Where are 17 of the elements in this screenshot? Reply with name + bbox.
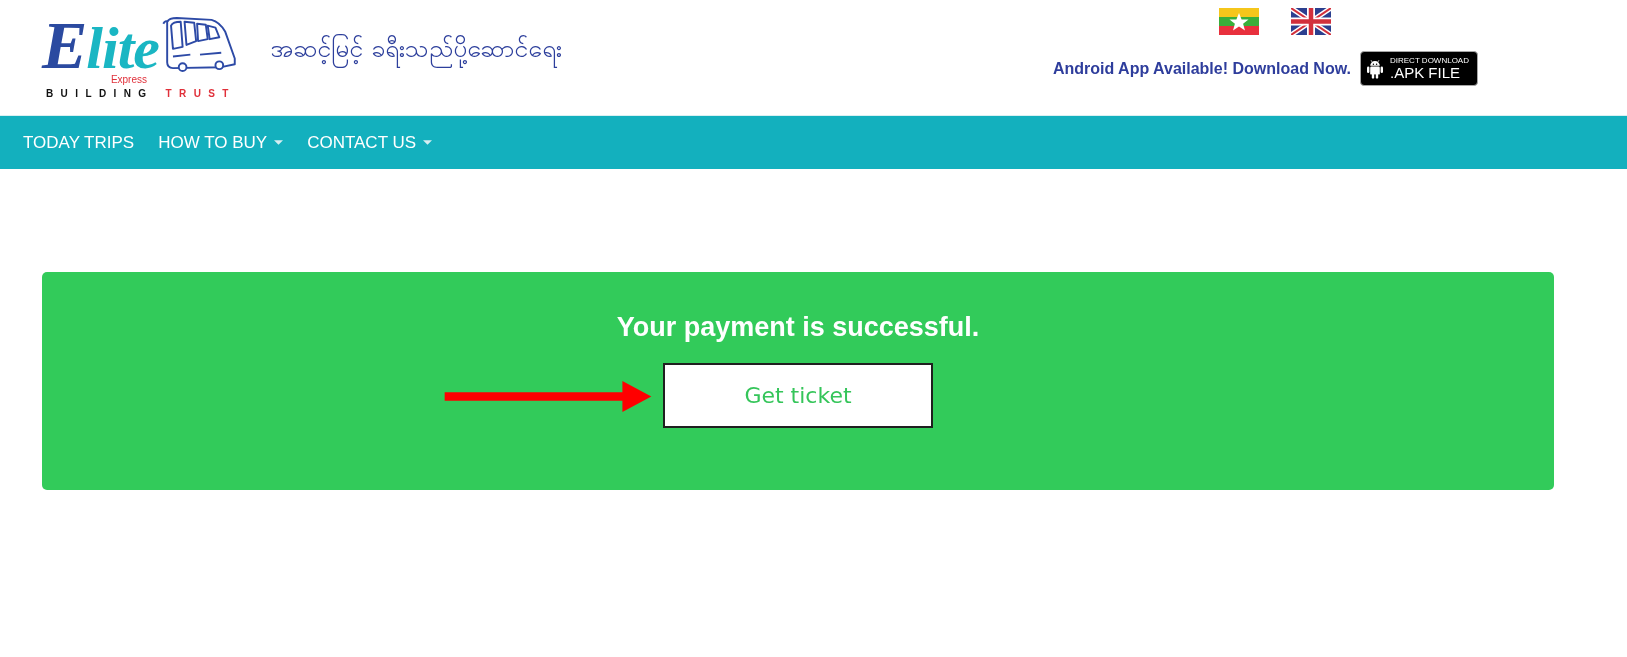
nav-link[interactable]: HOW TO BUY xyxy=(158,132,284,153)
logo-wordmark: Elite xyxy=(42,20,159,73)
bus-icon xyxy=(161,16,239,72)
android-icon xyxy=(1367,58,1383,79)
myanmar-flag-icon[interactable] xyxy=(1219,8,1260,35)
logo-subtitle: Express xyxy=(110,74,147,85)
apk-download-button[interactable]: DIRECT DOWNLOAD .APK FILE xyxy=(1360,51,1478,86)
company-tagline: အဆင့်မြင့် ခရီးသည်ပို့ဆောင်ရေး xyxy=(270,31,562,69)
caret-icon xyxy=(274,140,284,145)
get-ticket-button[interactable]: Get ticket xyxy=(663,363,933,428)
caret-icon xyxy=(423,140,433,145)
app-notice-text: Android App Available! Download Now. xyxy=(1052,59,1351,78)
logo-slogan: BUILDING TRUST xyxy=(46,88,237,100)
nav-link[interactable]: TODAY TRIPS xyxy=(23,132,135,153)
uk-flag-icon[interactable] xyxy=(1291,8,1332,35)
success-message: Your payment is successful. xyxy=(616,312,980,343)
nav-link[interactable]: CONTACT US xyxy=(307,132,433,153)
